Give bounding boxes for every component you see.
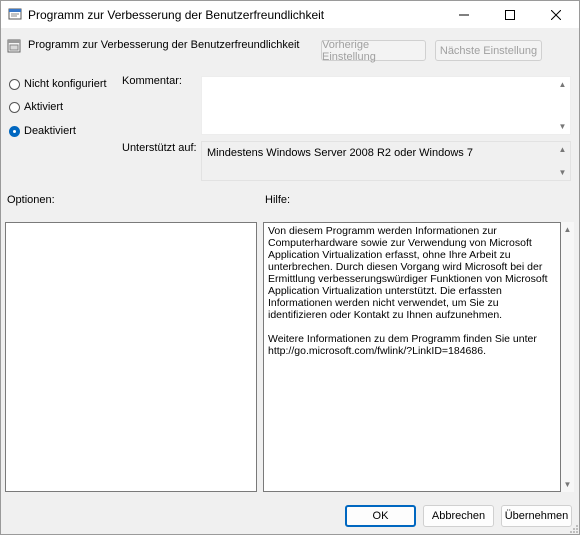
policy-title: Programm zur Verbesserung der Benutzerfr… bbox=[28, 39, 300, 51]
scroll-up-icon[interactable]: ▲ bbox=[558, 145, 567, 154]
close-button[interactable] bbox=[533, 1, 579, 28]
radio-disabled[interactable]: Deaktiviert bbox=[9, 125, 76, 137]
close-icon bbox=[551, 9, 561, 20]
supported-on-field: Mindestens Windows Server 2008 R2 oder W… bbox=[201, 141, 571, 181]
maximize-button[interactable] bbox=[487, 1, 533, 28]
radio-circle bbox=[9, 101, 20, 113]
maximize-icon bbox=[505, 9, 515, 20]
help-text: Von diesem Programm werden Informationen… bbox=[268, 225, 548, 357]
resize-grip-icon[interactable] bbox=[569, 524, 579, 534]
help-panel: Von diesem Programm werden Informationen… bbox=[263, 222, 561, 492]
scroll-down-icon[interactable]: ▼ bbox=[558, 168, 567, 177]
policy-dialog: Programm zur Verbesserung der Benutzerfr… bbox=[0, 0, 580, 535]
scroll-up-icon[interactable]: ▲ bbox=[558, 80, 567, 89]
policy-app-icon bbox=[8, 8, 22, 20]
minimize-button[interactable] bbox=[441, 1, 487, 28]
cancel-button[interactable]: Abbrechen bbox=[423, 505, 494, 527]
radio-label: Aktiviert bbox=[24, 101, 64, 113]
radio-not-configured[interactable]: Nicht konfiguriert bbox=[9, 78, 107, 90]
apply-button[interactable]: Übernehmen bbox=[501, 505, 572, 527]
previous-setting-button[interactable]: Vorherige Einstellung bbox=[321, 39, 426, 63]
help-scrollbar[interactable]: ▲ ▼ bbox=[561, 222, 574, 492]
next-setting-button[interactable]: Nächste Einstellung bbox=[435, 40, 542, 61]
scroll-down-icon[interactable]: ▼ bbox=[558, 122, 567, 131]
radio-circle bbox=[9, 78, 20, 90]
radio-circle-checked bbox=[9, 125, 20, 137]
radio-enabled[interactable]: Aktiviert bbox=[9, 101, 63, 113]
scroll-up-icon[interactable]: ▲ bbox=[563, 225, 572, 234]
supported-value: Mindestens Windows Server 2008 R2 oder W… bbox=[207, 147, 473, 159]
radio-label: Nicht konfiguriert bbox=[24, 78, 107, 90]
help-label: Hilfe: bbox=[265, 194, 291, 206]
minimize-icon bbox=[459, 14, 469, 15]
options-panel bbox=[5, 222, 257, 492]
title-bar: Programm zur Verbesserung der Benutzerfr… bbox=[1, 1, 579, 28]
radio-label: Deaktiviert bbox=[24, 125, 76, 137]
options-label: Optionen: bbox=[7, 194, 55, 206]
ok-button[interactable]: OK bbox=[345, 505, 416, 527]
policy-setting-icon bbox=[7, 39, 21, 53]
comment-label: Kommentar: bbox=[122, 75, 182, 87]
scroll-down-icon[interactable]: ▼ bbox=[563, 480, 572, 489]
comment-field[interactable]: ▲ ▼ bbox=[201, 76, 571, 135]
supported-label: Unterstützt auf: bbox=[122, 142, 197, 154]
window-title: Programm zur Verbesserung der Benutzerfr… bbox=[28, 8, 325, 22]
